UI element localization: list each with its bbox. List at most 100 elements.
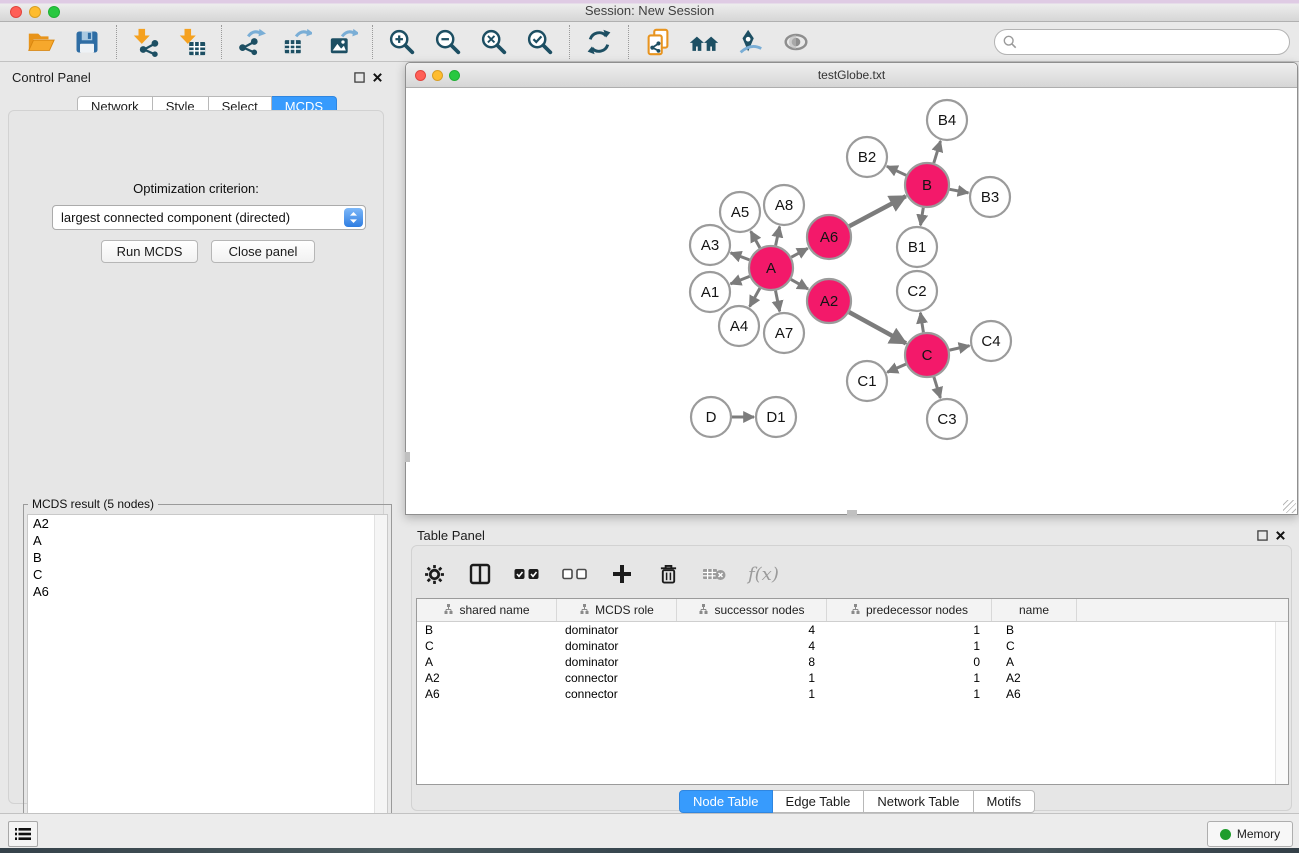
table-cell[interactable]: 1 (827, 622, 992, 638)
table-cell[interactable]: A6 (992, 686, 1077, 702)
criterion-dropdown[interactable]: largest connected component (directed) (52, 205, 366, 230)
delete-column-icon[interactable] (656, 561, 680, 587)
float-panel-icon[interactable] (1255, 528, 1269, 542)
export-table-icon[interactable] (278, 25, 316, 59)
table-cell[interactable]: B (417, 622, 557, 638)
table-row[interactable]: Cdominator41C (417, 638, 1288, 654)
graph-edge-B-B2[interactable] (887, 166, 906, 175)
zoom-fit-icon[interactable] (475, 25, 513, 59)
graph-edge-C-C3[interactable] (934, 377, 941, 398)
graph-edge-C-C1[interactable] (887, 364, 906, 372)
graph-node-A8[interactable]: A8 (764, 185, 804, 225)
graph-edge-A-A2[interactable] (791, 279, 808, 289)
import-network-icon[interactable] (127, 25, 165, 59)
table-row[interactable]: Adominator80A (417, 654, 1288, 670)
table-cell[interactable]: 0 (827, 654, 992, 670)
function-builder-icon[interactable]: f(x) (748, 561, 779, 587)
splitter-handle[interactable] (405, 452, 410, 462)
graph-node-B4[interactable]: B4 (927, 100, 967, 140)
table-cell[interactable]: connector (557, 686, 677, 702)
graph-node-A7[interactable]: A7 (764, 313, 804, 353)
table-cell[interactable]: 8 (677, 654, 827, 670)
network-canvas[interactable]: AA1A2A3A4A5A6A7A8BB1B2B3B4CC1C2C3C4DD1 (406, 88, 1297, 514)
refresh-icon[interactable] (580, 25, 618, 59)
select-all-check-icon[interactable] (514, 561, 540, 587)
table-cell[interactable]: A (992, 654, 1077, 670)
graph-node-A[interactable]: A (749, 246, 793, 290)
graph-edge-A-A6[interactable] (791, 248, 808, 257)
search-input[interactable] (994, 29, 1290, 55)
graph-edge-A2-C[interactable] (849, 312, 906, 343)
tab-node-table[interactable]: Node Table (679, 790, 773, 813)
graph-edge-A6-B[interactable] (849, 196, 906, 226)
column-header-MCDS-role[interactable]: MCDS role (557, 599, 677, 621)
splitter-handle[interactable] (847, 510, 857, 515)
graph-node-B[interactable]: B (905, 163, 949, 207)
table-cell[interactable]: 1 (677, 670, 827, 686)
mcds-result-item[interactable]: C (28, 566, 387, 583)
table-cell[interactable]: 1 (827, 638, 992, 654)
graph-node-B1[interactable]: B1 (897, 227, 937, 267)
graph-edge-A-A1[interactable] (731, 276, 750, 284)
apply-style-icon[interactable] (731, 25, 769, 59)
delete-table-icon[interactable] (702, 561, 726, 587)
close-panel-icon[interactable] (370, 70, 384, 84)
table-cell[interactable]: A2 (417, 670, 557, 686)
memory-button[interactable]: Memory (1207, 821, 1293, 847)
close-panel-button[interactable]: Close panel (211, 240, 315, 263)
resize-grip[interactable] (1283, 500, 1296, 513)
zoom-selected-icon[interactable] (521, 25, 559, 59)
table-cell[interactable]: B (992, 622, 1077, 638)
export-network-icon[interactable] (232, 25, 270, 59)
graph-node-A2[interactable]: A2 (807, 279, 851, 323)
mcds-result-item[interactable]: B (28, 549, 387, 566)
show-hide-icon[interactable] (777, 25, 815, 59)
mcds-result-item[interactable]: A2 (28, 515, 387, 532)
graph-node-C4[interactable]: C4 (971, 321, 1011, 361)
network-graph[interactable]: AA1A2A3A4A5A6A7A8BB1B2B3B4CC1C2C3C4DD1 (406, 88, 1297, 514)
scrollbar-track[interactable] (374, 515, 387, 841)
tab-edge-table[interactable]: Edge Table (773, 790, 865, 813)
show-columns-icon[interactable] (468, 561, 492, 587)
table-cell[interactable]: 4 (677, 622, 827, 638)
column-header-shared-name[interactable]: shared name (417, 599, 557, 621)
table-cell[interactable]: dominator (557, 622, 677, 638)
graph-node-C[interactable]: C (905, 333, 949, 377)
graph-edge-A-A3[interactable] (731, 253, 750, 260)
table-cell[interactable]: C (417, 638, 557, 654)
graph-node-B3[interactable]: B3 (970, 177, 1010, 217)
graph-node-C2[interactable]: C2 (897, 271, 937, 311)
column-header-successor-nodes[interactable]: successor nodes (677, 599, 827, 621)
table-cell[interactable]: 1 (677, 686, 827, 702)
open-session-icon[interactable] (22, 25, 60, 59)
clone-network-icon[interactable] (639, 25, 677, 59)
table-cell[interactable]: 1 (827, 670, 992, 686)
graph-node-B2[interactable]: B2 (847, 137, 887, 177)
graph-edge-A-A7[interactable] (776, 291, 780, 312)
graph-edge-B-B3[interactable] (950, 189, 969, 193)
table-cell[interactable]: dominator (557, 638, 677, 654)
graph-edge-C-C2[interactable] (920, 313, 923, 333)
graph-edge-C-C4[interactable] (950, 346, 970, 350)
graph-node-A5[interactable]: A5 (720, 192, 760, 232)
mcds-result-list[interactable]: A2ABCA6 (27, 514, 388, 842)
graph-edge-A-A5[interactable] (751, 231, 760, 248)
graph-edge-A-A8[interactable] (776, 227, 780, 246)
table-cell[interactable]: A (417, 654, 557, 670)
column-header-predecessor-nodes[interactable]: predecessor nodes (827, 599, 992, 621)
save-session-icon[interactable] (68, 25, 106, 59)
tab-motifs[interactable]: Motifs (974, 790, 1036, 813)
table-options-icon[interactable] (422, 561, 446, 587)
float-panel-icon[interactable] (352, 70, 366, 84)
table-cell[interactable]: C (992, 638, 1077, 654)
zoom-out-icon[interactable] (429, 25, 467, 59)
mcds-result-item[interactable]: A (28, 532, 387, 549)
task-history-button[interactable] (8, 821, 38, 847)
graph-node-D1[interactable]: D1 (756, 397, 796, 437)
export-image-icon[interactable] (324, 25, 362, 59)
graph-node-A6[interactable]: A6 (807, 215, 851, 259)
graph-edge-B-B4[interactable] (934, 141, 941, 163)
table-cell[interactable]: 4 (677, 638, 827, 654)
graph-node-C1[interactable]: C1 (847, 361, 887, 401)
table-cell[interactable]: A6 (417, 686, 557, 702)
